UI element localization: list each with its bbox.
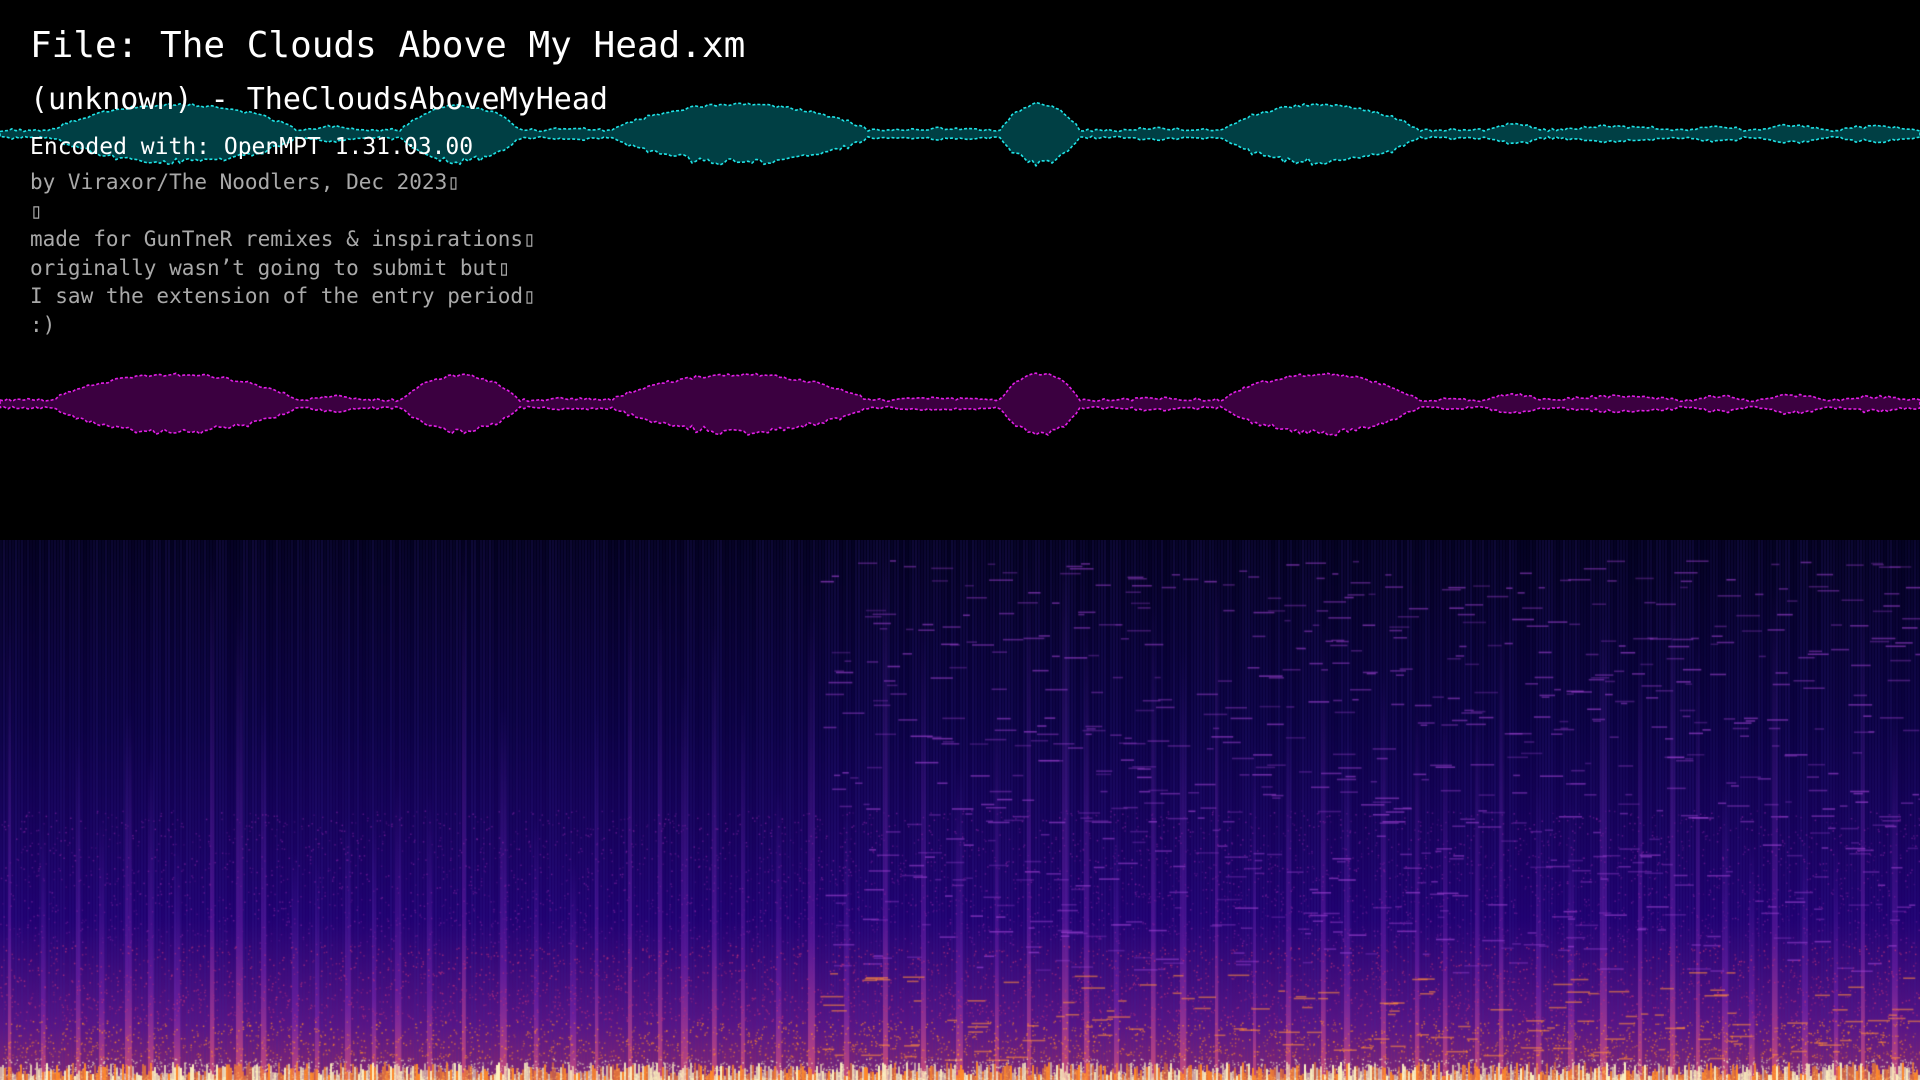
file-title: File: The Clouds Above My Head.xm: [30, 25, 746, 66]
spectrogram: [0, 540, 1920, 1080]
visualizer-screen: File: The Clouds Above My Head.xm (unkno…: [0, 0, 1920, 1080]
waveform-envelope: [0, 372, 1920, 437]
comment-line: originally wasn’t going to submit but▯: [30, 255, 511, 280]
comment-line: I saw the extension of the entry period▯: [30, 284, 536, 308]
encoder-info: Encoded with: OpenMPT 1.31.03.00: [30, 134, 474, 160]
comment-line: :): [30, 312, 56, 337]
track-info-overlay: File: The Clouds Above My Head.xm (unkno…: [30, 22, 745, 339]
module-comments: by Viraxor/The Noodlers, Dec 2023▯ ▯ mad…: [30, 168, 745, 339]
track-title: (unknown) - TheCloudsAboveMyHead: [30, 82, 608, 117]
comment-line: made for GunTneR remixes & inspirations▯: [30, 227, 536, 251]
comment-line: ▯: [30, 198, 43, 223]
comment-line: by Viraxor/The Noodlers, Dec 2023▯: [30, 170, 460, 194]
right-channel-waveform: [0, 372, 1920, 437]
